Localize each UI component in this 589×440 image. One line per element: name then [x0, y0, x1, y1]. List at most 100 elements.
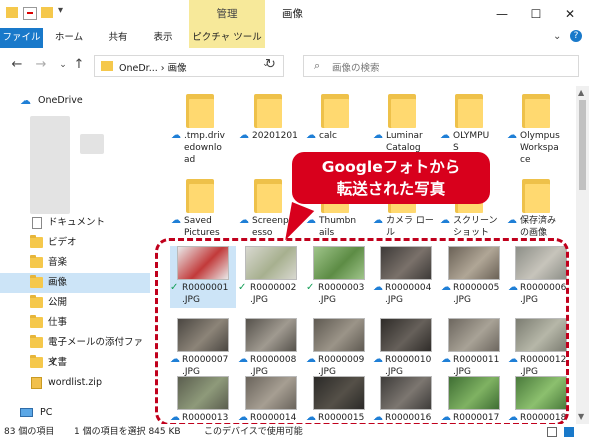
close-icon[interactable]: ✕ [553, 0, 587, 28]
folder-name: .tmp.driv edownlo ad [184, 131, 225, 165]
cloud-sync-icon: ☁ [306, 130, 316, 141]
document-icon [32, 217, 42, 229]
scroll-up-icon[interactable]: ▲ [578, 88, 584, 97]
address-path: OneDr... › 画像 [119, 63, 187, 74]
sidebar-item-label: 公開 [48, 297, 68, 308]
folder-name: OLYMPU S [453, 131, 490, 153]
item-count: 83 個の項目 [4, 427, 55, 437]
sidebar-item-label: 文書 [48, 357, 68, 368]
cloud-sync-icon: ☁ [171, 130, 181, 141]
sidebar-item-pc[interactable]: PC [0, 403, 150, 423]
sidebar-item-wordlist[interactable]: wordlist.zip [0, 373, 150, 393]
window-title: 画像 [282, 8, 303, 20]
highlight-frame [155, 238, 569, 426]
folder-name: カメラ ロー ル [386, 216, 434, 238]
navigation-bar: ← → ⌄ ↑ OneDr... › 画像 ⌄ ↻ ⌕ 画像の検索 [0, 48, 589, 84]
refresh-icon[interactable]: ↻ [265, 57, 276, 72]
folder-icon [522, 179, 550, 213]
sidebar-item-label: 仕事 [48, 317, 68, 328]
up-icon[interactable]: ↑ [70, 57, 88, 72]
help-icon[interactable]: ? [570, 30, 582, 42]
folder-icon [30, 355, 43, 368]
sidebar-item-public[interactable]: 公開 [0, 293, 150, 313]
callout-line-2: 転送された写真 [336, 180, 446, 198]
ribbon-tabs: ファイル ホーム 共有 表示 ピクチャ ツール ⌄ ? [0, 28, 589, 49]
folder-icon [522, 94, 550, 128]
sidebar-item-music[interactable]: 音楽 [0, 253, 150, 273]
folder-icon [6, 7, 18, 18]
sidebar-item-label: PC [40, 407, 53, 418]
search-placeholder: 画像の検索 [332, 63, 380, 74]
selection-info: 1 個の項目を選択 845 KB [74, 427, 181, 437]
new-folder-icon[interactable] [41, 7, 53, 18]
computer-icon [20, 408, 33, 417]
sidebar-item-documents[interactable]: ドキュメント [0, 213, 150, 233]
tab-picture-tools[interactable]: ピクチャ ツール [189, 28, 265, 48]
folder-icon [30, 335, 43, 348]
tab-home[interactable]: ホーム [48, 28, 90, 48]
folder-icon [30, 235, 43, 248]
folder-icon [254, 179, 282, 213]
properties-icon[interactable] [23, 7, 37, 20]
folder-icon [186, 94, 214, 128]
sidebar-item-onedrive[interactable]: ☁ OneDrive [0, 91, 150, 111]
cloud-sync-icon: ☁ [440, 130, 450, 141]
folder-item[interactable]: ☁ Olympus Workspa ce [507, 92, 571, 170]
folder-name: Saved Pictures [184, 216, 220, 238]
expand-ribbon-icon[interactable]: ⌄ [553, 31, 561, 42]
tab-view[interactable]: 表示 [143, 28, 183, 48]
search-icon: ⌕ [314, 59, 321, 72]
sidebar-item-label: 画像 [48, 277, 68, 288]
folder-name: Luminar Catalog [386, 131, 423, 153]
folder-item[interactable]: ☁ .tmp.driv edownlo ad [171, 92, 235, 170]
folder-name: calc [319, 131, 337, 141]
quick-access-dropdown-icon[interactable]: ▾ [58, 5, 63, 16]
callout-box: Googleフォトから 転送された写真 [292, 152, 490, 204]
maximize-icon[interactable]: ☐ [519, 0, 553, 28]
folder-name: スクリーン ショット [453, 216, 498, 238]
tab-share[interactable]: 共有 [98, 28, 138, 48]
cloud-sync-icon: ☁ [507, 215, 517, 226]
search-input[interactable]: ⌕ 画像の検索 [303, 55, 579, 77]
sidebar-item-label: wordlist.zip [48, 377, 102, 388]
scroll-thumb[interactable] [579, 100, 586, 190]
details-view-icon[interactable] [547, 427, 557, 437]
folder-icon [101, 61, 113, 71]
sidebar-item-label: ビデオ [48, 237, 77, 248]
blurred-area [30, 116, 70, 214]
sidebar-item-work[interactable]: 仕事 [0, 313, 150, 333]
sidebar-item-video[interactable]: ビデオ [0, 233, 150, 253]
manage-tab[interactable]: 管理 [189, 0, 265, 28]
folder-name: 保存済み の画像 [520, 216, 557, 238]
folder-icon [30, 315, 43, 328]
folder-name: Olympus Workspa ce [520, 131, 560, 165]
cloud-sync-icon: ☁ [171, 215, 181, 226]
cloud-sync-icon: ☁ [373, 215, 383, 226]
forward-icon[interactable]: → [32, 57, 50, 72]
cloud-sync-icon: ☁ [239, 215, 249, 226]
blurred-area [80, 134, 104, 154]
sidebar-item-bunsho[interactable]: 文書 [0, 353, 150, 373]
folder-icon [186, 179, 214, 213]
availability-status: このデバイスで使用可能 [204, 427, 303, 437]
cloud-sync-icon: ☁ [440, 215, 450, 226]
sidebar-item-pictures[interactable]: 画像 [0, 273, 150, 293]
callout-line-1: Googleフォトから [321, 158, 461, 176]
folder-icon [30, 255, 43, 268]
sidebar-item-email-attachments[interactable]: 電子メールの添付ファイ [0, 333, 150, 368]
cloud-icon: ☁ [20, 94, 31, 107]
back-icon[interactable]: ← [8, 57, 26, 72]
sidebar-item-label: ドキュメント [48, 217, 106, 228]
sidebar-item-label: 音楽 [48, 257, 68, 268]
large-icons-view-icon[interactable] [564, 427, 574, 437]
cloud-sync-icon: ☁ [507, 130, 517, 141]
zip-folder-icon [31, 377, 42, 389]
tab-file[interactable]: ファイル [0, 28, 43, 48]
minimize-icon[interactable]: — [485, 0, 519, 28]
address-bar[interactable]: OneDr... › 画像 ⌄ [94, 55, 284, 77]
folder-icon [455, 94, 483, 128]
navigation-pane: ☁ OneDrive ドキュメント ビデオ 音楽 画像 公開 仕事 電子メールの… [0, 86, 152, 424]
folder-icon [30, 275, 43, 288]
sidebar-item-label: OneDrive [38, 95, 83, 106]
folder-icon [30, 295, 43, 308]
